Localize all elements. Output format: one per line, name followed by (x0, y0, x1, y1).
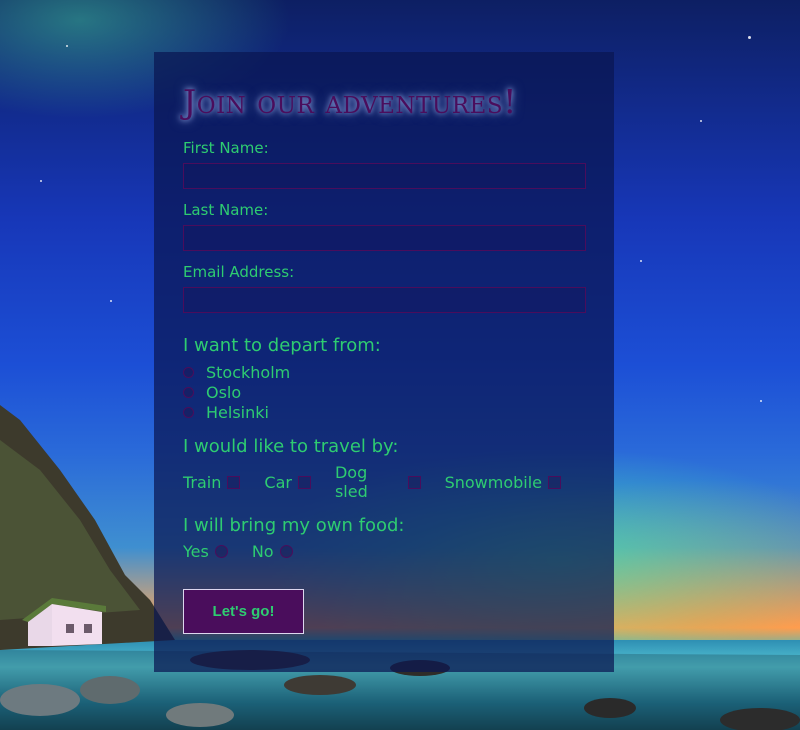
depart-option-label: Helsinki (206, 402, 269, 422)
food-option-label: Yes (183, 542, 209, 561)
depart-option-helsinki[interactable]: Helsinki (183, 402, 585, 422)
travel-option-snowmobile[interactable]: Snowmobile (445, 473, 567, 492)
food-options: Yes No (183, 542, 585, 561)
radio-no[interactable] (279, 545, 293, 558)
first-name-label: First Name: (183, 139, 269, 157)
submit-button[interactable]: Let's go! (183, 589, 304, 634)
travel-option-label: Car (264, 472, 292, 492)
checkbox-snowmobile[interactable] (548, 475, 561, 489)
checkbox-train[interactable] (227, 475, 241, 489)
email-label: Email Address: (183, 263, 295, 281)
last-name-label: Last Name: (183, 201, 269, 219)
travel-option-car[interactable]: Car (264, 473, 317, 492)
form-heading: Join our adventures! (183, 82, 517, 121)
food-option-yes[interactable]: Yes (183, 542, 234, 561)
food-option-label: No (251, 542, 274, 561)
radio-stockholm[interactable] (183, 366, 194, 378)
depart-option-label: Oslo (206, 382, 242, 402)
depart-option-stockholm[interactable]: Stockholm (183, 362, 585, 382)
food-option-no[interactable]: No (252, 542, 299, 561)
travel-option-label: Train (183, 472, 222, 492)
signup-form-panel: Join our adventures! First Name: Last Na… (154, 52, 614, 672)
depart-option-label: Stockholm (206, 362, 291, 382)
depart-question: I want to depart from: (183, 335, 381, 356)
checkbox-car[interactable] (297, 475, 311, 489)
first-name-input[interactable] (183, 163, 586, 189)
travel-option-train[interactable]: Train (183, 473, 246, 492)
email-input[interactable] (183, 287, 586, 313)
travel-option-label: Snowmobile (444, 472, 542, 492)
travel-option-dog-sled[interactable]: Dog sled (335, 463, 427, 501)
radio-oslo[interactable] (183, 386, 194, 398)
travel-question: I would like to travel by: (183, 436, 399, 457)
radio-yes[interactable] (214, 545, 228, 558)
last-name-input[interactable] (183, 225, 586, 251)
house (22, 598, 106, 646)
food-question: I will bring my own food: (183, 515, 405, 536)
travel-options: Train Car Dog sled Snowmobile (183, 463, 585, 501)
radio-helsinki[interactable] (183, 406, 194, 418)
travel-option-label: Dog sled (334, 463, 368, 501)
depart-option-oslo[interactable]: Oslo (183, 382, 585, 402)
checkbox-dog-sled[interactable] (408, 475, 421, 489)
